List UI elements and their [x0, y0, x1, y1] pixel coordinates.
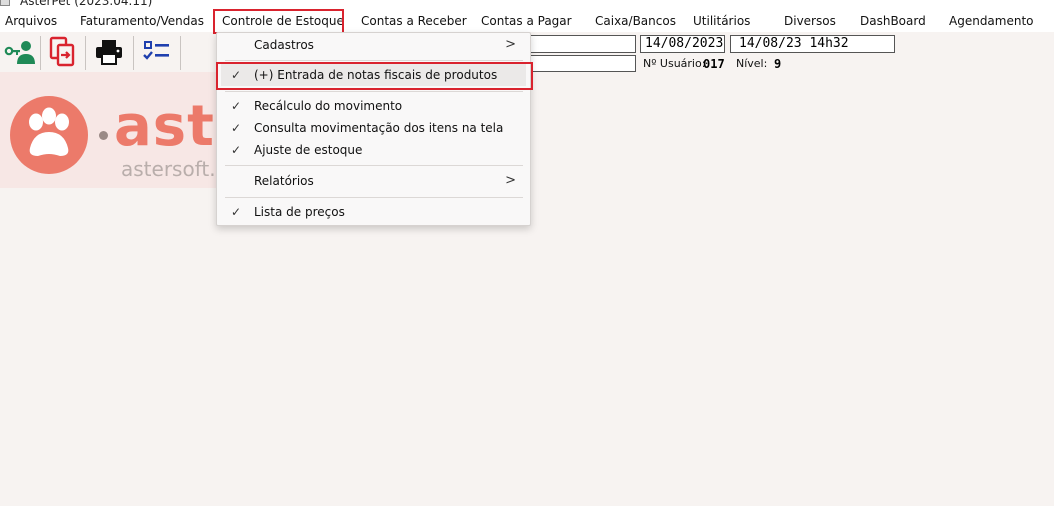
dropdown-item-cadastros[interactable]: Cadastros >: [221, 34, 526, 56]
document-switch-button[interactable]: [43, 34, 83, 70]
user-number-label: Nº Usuário:: [643, 57, 706, 70]
datetime-field: 14/08/23 14h32: [730, 35, 895, 53]
dropdown-separator: [225, 197, 523, 198]
menu-contas-a-pagar[interactable]: Contas a Pagar: [481, 10, 572, 32]
dropdown-item-consulta-movimentacao[interactable]: ✓ Consulta movimentação dos itens na tel…: [221, 117, 526, 139]
toolbar-separator: [40, 36, 41, 70]
dropdown-item-label: (+) Entrada de notas fiscais de produtos: [254, 68, 498, 82]
company-field: [530, 35, 636, 53]
menu-dashboard[interactable]: DashBoard: [860, 10, 926, 32]
user-key-icon: [4, 41, 35, 64]
check-icon: ✓: [230, 121, 242, 135]
controle-de-estoque-dropdown: Cadastros > ✓ (+) Entrada de notas fisca…: [216, 32, 531, 226]
level-value: 9: [774, 57, 782, 71]
toolbar-separator: [85, 36, 86, 70]
paw-logo-icon: [10, 96, 88, 174]
menu-caixa-bancos[interactable]: Caixa/Bancos: [595, 10, 676, 32]
checklist-icon: [143, 41, 169, 60]
dropdown-item-label: Relatórios: [254, 174, 314, 188]
check-icon: ✓: [230, 99, 242, 113]
dropdown-item-relatorios[interactable]: Relatórios >: [221, 170, 526, 192]
menu-utilitarios[interactable]: Utilitários: [693, 10, 750, 32]
dropdown-item-label: Lista de preços: [254, 205, 345, 219]
dropdown-item-label: Ajuste de estoque: [254, 143, 363, 157]
user-button[interactable]: [0, 34, 40, 70]
check-icon: ✓: [230, 205, 242, 219]
dropdown-item-label: Consulta movimentação dos itens na tela: [254, 121, 504, 135]
chevron-right-icon: >: [505, 37, 516, 52]
app-icon: [0, 0, 10, 6]
document-switch-icon: [49, 36, 75, 67]
toolbar: [0, 32, 182, 72]
dropdown-item-lista-precos[interactable]: ✓ Lista de preços: [221, 201, 526, 223]
level-label: Nível:: [736, 57, 768, 70]
chevron-right-icon: >: [505, 173, 516, 188]
print-button[interactable]: [89, 34, 129, 70]
printer-icon: [96, 40, 122, 65]
checklist-button[interactable]: [137, 34, 177, 70]
menu-diversos[interactable]: Diversos: [784, 10, 836, 32]
dropdown-item-label: Cadastros: [254, 38, 314, 52]
window-title: AsterPet (2023.04.11): [20, 0, 153, 8]
menu-faturamento-vendas[interactable]: Faturamento/Vendas: [80, 10, 204, 32]
menu-agendamento[interactable]: Agendamento: [949, 10, 1034, 32]
company-logo: aster astersoft.com: [0, 72, 240, 188]
dropdown-separator: [225, 91, 523, 92]
title-bar: AsterPet (2023.04.11): [0, 0, 1054, 10]
user-number-value: 017: [703, 57, 725, 71]
check-icon: ✓: [230, 68, 242, 82]
menu-arquivos[interactable]: Arquivos: [5, 10, 57, 32]
user-name-field: [530, 55, 636, 72]
dropdown-separator: [225, 60, 523, 61]
check-icon: ✓: [230, 143, 242, 157]
dropdown-separator: [225, 165, 523, 166]
toolbar-separator: [133, 36, 134, 70]
dropdown-item-entrada-notas-fiscais[interactable]: ✓ (+) Entrada de notas fiscais de produt…: [221, 64, 526, 86]
dropdown-item-label: Recálculo do movimento: [254, 99, 403, 113]
date-field: 14/08/2023: [640, 35, 725, 53]
dropdown-item-recalculo-movimento[interactable]: ✓ Recálculo do movimento: [221, 95, 526, 117]
toolbar-separator: [180, 36, 181, 70]
logo-dot: [99, 131, 108, 140]
menu-controle-de-estoque[interactable]: Controle de Estoque: [222, 10, 344, 32]
menu-bar: Arquivos Faturamento/Vendas Controle de …: [0, 10, 1054, 32]
dropdown-item-ajuste-estoque[interactable]: ✓ Ajuste de estoque: [221, 139, 526, 161]
menu-contas-a-receber[interactable]: Contas a Receber: [361, 10, 467, 32]
